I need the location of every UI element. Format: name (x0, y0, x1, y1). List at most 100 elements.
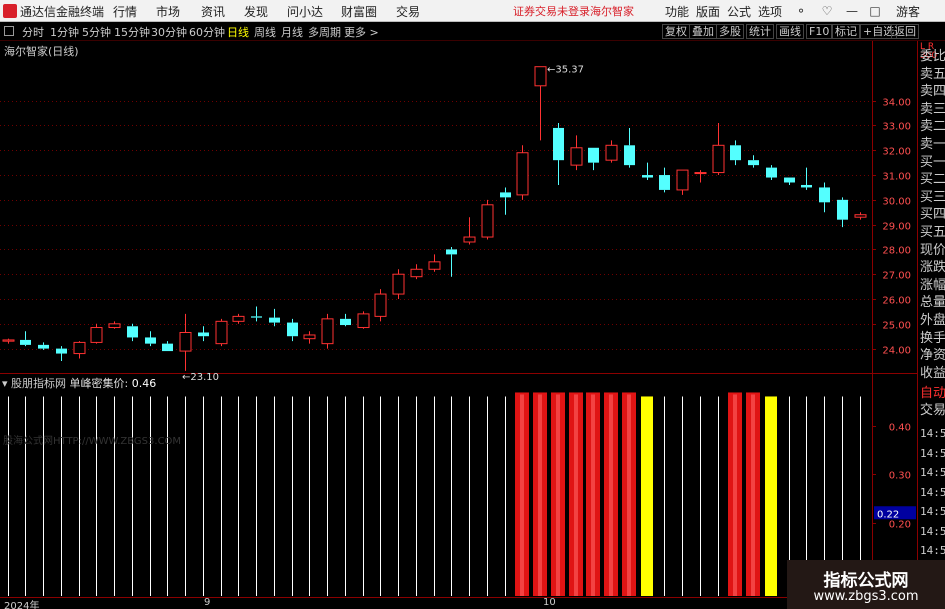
candle-body-up (463, 236, 476, 243)
candle-body-down (446, 249, 457, 255)
candle-body-down (340, 318, 351, 326)
candle-body-down (588, 147, 599, 163)
restore-icon[interactable]: □ (866, 2, 884, 20)
candle-body-down (198, 332, 209, 337)
quote-field-label: 卖三 (920, 101, 945, 117)
quote-field-label: 换手 (920, 330, 945, 346)
menu-formula[interactable]: 公式 (727, 3, 751, 20)
candle-body-up (321, 318, 334, 345)
period-60min[interactable]: 60分钟 (189, 24, 225, 40)
indicator-menu-icon[interactable]: ▾ (2, 377, 8, 390)
tick-time: 14:56 (920, 485, 945, 499)
login-notice[interactable]: 证券交易未登录 (513, 3, 590, 19)
indicator-tick-label: 0.30 (889, 471, 911, 482)
price-tick-label: 28.00 (882, 246, 911, 257)
menu-news[interactable]: 资讯 (201, 3, 225, 20)
menu-wealth-circle[interactable]: 财富圈 (341, 3, 377, 20)
multi-stock-button[interactable]: 多股 (716, 24, 744, 39)
period-30min[interactable]: 30分钟 (151, 24, 187, 40)
candle-body-up (694, 172, 707, 175)
price-tick-label: 26.00 (882, 296, 911, 307)
indicator-bar-yellow (641, 396, 653, 596)
draw-line-button[interactable]: 画线 (776, 24, 804, 39)
indicator-menu-label[interactable]: 股朋指标网 (11, 377, 66, 390)
price-tick-label: 33.00 (882, 122, 911, 133)
candle-body-down (162, 343, 173, 352)
period-toolbar: 分时 1分钟 5分钟 15分钟 30分钟 60分钟 日线 周线 月线 多周期 更… (0, 22, 945, 41)
menu-options[interactable]: 选项 (758, 3, 782, 20)
quote-field-label: 收益 (920, 365, 945, 381)
candle-body-down (837, 199, 848, 220)
period-monthly[interactable]: 月线 (281, 24, 303, 40)
headset-icon[interactable]: ⚬ (792, 2, 810, 20)
candle-body-up (410, 268, 423, 278)
indicator-bar-highlight (574, 394, 578, 596)
trade-tab[interactable]: 交易 (920, 403, 945, 418)
candle-body-down (801, 184, 812, 188)
indicator-bar-highlight (591, 394, 595, 596)
quote-field-label: 卖五 (920, 66, 945, 82)
mark-button[interactable]: 标记 (832, 24, 860, 39)
candle-body-down (145, 337, 156, 344)
adjust-button[interactable]: 复权 (662, 24, 690, 39)
stock-title: 海尔智家(日线) (4, 45, 79, 58)
guest-user[interactable]: 游客 (896, 3, 920, 20)
indicator-bar-yellow (765, 396, 777, 596)
period-5min[interactable]: 5分钟 (82, 24, 111, 40)
price-tick-label: 25.00 (882, 321, 911, 332)
menu-discover[interactable]: 发现 (244, 3, 268, 20)
quote-field-label: 买五 (920, 225, 945, 240)
indicator-bar-highlight (751, 394, 755, 596)
quote-field-label: 买二 (920, 172, 945, 188)
indicator-header: ▾ 股朋指标网 单峰密集价: 0.46 (2, 375, 156, 391)
period-1min[interactable]: 1分钟 (50, 24, 79, 40)
candle-body-down (127, 326, 138, 338)
indicator-bar-highlight (733, 394, 737, 596)
period-tick[interactable]: 分时 (22, 24, 44, 40)
period-more[interactable]: 更多 > (344, 24, 379, 40)
quote-field-label: 卖二 (920, 119, 945, 135)
quote-side-panel: L R 300 委比 卖五 卖四 卖三 卖二 卖一 买一 买二 买三 买四 买五 现价 涨跌 涨幅 总量 外盘换… (917, 41, 945, 609)
tick-time: 14:56 (920, 466, 945, 479)
menu-trade[interactable]: 交易 (396, 3, 420, 20)
indicator-tick-label: 0.40 (889, 423, 911, 434)
cursor-value-label: 0.22 (877, 509, 899, 520)
period-weekly[interactable]: 周线 (254, 24, 276, 40)
candle-body-down (730, 145, 741, 161)
candle-body-down (56, 348, 67, 354)
quote-field-label: 卖一 (920, 137, 945, 152)
candle-body-down (251, 316, 262, 318)
price-tick-label: 24.00 (882, 346, 911, 357)
bell-icon[interactable]: ♡ (818, 2, 836, 20)
candle-body-down (20, 339, 31, 345)
quote-field-label: 净资 (920, 348, 945, 364)
layout-toggle-icon[interactable] (4, 26, 14, 36)
candle-body-up (179, 331, 192, 352)
tick-time: 14:56 (920, 427, 945, 440)
candle-body-up (215, 320, 228, 345)
quote-field-label: 卖四 (920, 84, 945, 100)
back-button[interactable]: 返回 (891, 24, 919, 39)
f10-button[interactable]: F10 (806, 24, 833, 39)
auto-tab[interactable]: 自动 (920, 386, 945, 401)
period-multi[interactable]: 多周期 (308, 24, 341, 40)
menu-ask-xiaoda[interactable]: 问小达 (287, 3, 323, 20)
period-daily[interactable]: 日线 (227, 24, 249, 40)
price-tick-label: 32.00 (882, 147, 911, 158)
menu-market[interactable]: 行情 (113, 3, 137, 20)
minimize-icon[interactable]: — (843, 2, 861, 20)
period-15min[interactable]: 15分钟 (114, 24, 150, 40)
menu-markets[interactable]: 市场 (156, 3, 180, 20)
menu-functions[interactable]: 功能 (665, 3, 689, 20)
overlay-button[interactable]: 叠加 (689, 24, 717, 39)
date-label-year: 2024年 (4, 601, 40, 609)
statistics-button[interactable]: 统计 (746, 24, 774, 39)
quote-field-label: 买四 (920, 207, 945, 223)
indicator-bar-highlight (556, 394, 560, 596)
candle-body-up (605, 144, 618, 161)
menu-layout[interactable]: 版面 (696, 3, 720, 20)
candle-body-up (516, 152, 529, 196)
brand-name: 指标公式网 (823, 571, 909, 591)
chart-area[interactable]: 24.00 25.00 26.00 27.00 28.00 29.00 30.00 31.00… (0, 41, 917, 597)
stock-link[interactable]: 海尔智家 (590, 3, 634, 19)
